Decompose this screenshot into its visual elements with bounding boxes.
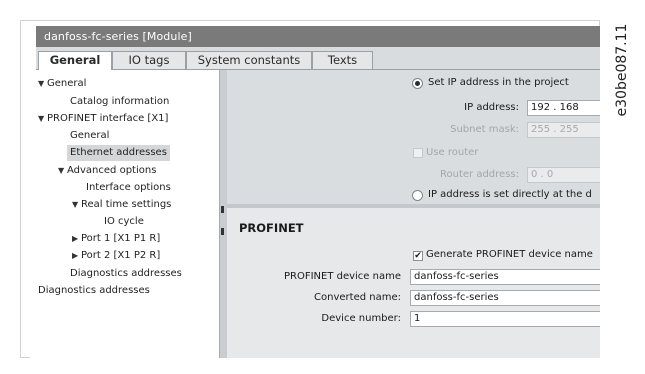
router-address-label: Router address:: [440, 169, 519, 180]
chevron-down-icon[interactable]: ▼: [38, 76, 47, 92]
generate-device-name-checkbox[interactable]: ✔: [413, 251, 423, 261]
chevron-down-icon[interactable]: ▼: [58, 163, 67, 179]
chevron-right-icon[interactable]: ▶: [72, 231, 81, 247]
tab-general[interactable]: General: [38, 51, 112, 70]
tab-io-tags[interactable]: IO tags: [112, 51, 186, 69]
device-number-label: Device number:: [321, 313, 401, 324]
router-address-field[interactable]: 0 . 0: [527, 167, 600, 183]
ip-protocol-section: Set IP address in the project IP address…: [227, 70, 600, 204]
tree-item-label: Real time settings: [81, 199, 172, 210]
tree-item-port-2[interactable]: ▶ Port 2 [X1 P2 R]: [72, 248, 160, 264]
tree-item-general[interactable]: ▼ General: [38, 76, 86, 92]
tree-item-label: Port 2 [X1 P2 R]: [81, 250, 161, 261]
tree-item-diagnostics-addresses-sub[interactable]: Diagnostics addresses: [70, 266, 182, 282]
converted-name-field: danfoss-fc-series: [410, 290, 600, 306]
figure-id-text: e30be087.11: [614, 23, 630, 117]
tree-item-label: Port 1 [X1 P1 R]: [81, 233, 161, 244]
tree-item-real-time-settings[interactable]: ▼ Real time settings: [72, 197, 171, 213]
tree-item-diagnostics-addresses[interactable]: Diagnostics addresses: [38, 283, 150, 299]
window-title: danfoss-fc-series [Module]: [44, 30, 192, 43]
collapse-arrow-icon[interactable]: [221, 206, 224, 213]
settings-pane: Set IP address in the project IP address…: [227, 70, 600, 358]
figure-id-label: e30be087.11: [606, 18, 644, 138]
section-divider: [227, 204, 600, 208]
set-ip-directly-radio[interactable]: [412, 190, 423, 201]
expand-arrow-icon[interactable]: [221, 228, 224, 235]
properties-window: danfoss-fc-series [Module] General IO ta…: [30, 26, 600, 358]
tree-item-profinet-interface[interactable]: ▼ PROFINET interface [X1]: [38, 111, 168, 127]
tree-item-catalog-information[interactable]: Catalog information: [70, 94, 169, 110]
tree-item-general-sub[interactable]: General: [70, 128, 109, 144]
tree-item-port-1[interactable]: ▶ Port 1 [X1 P1 R]: [72, 231, 160, 247]
chevron-down-icon[interactable]: ▼: [38, 111, 47, 127]
pane-splitter[interactable]: [219, 70, 227, 358]
ip-address-field[interactable]: 192 . 168: [527, 100, 600, 116]
tree-item-advanced-options[interactable]: ▼ Advanced options: [58, 163, 156, 179]
tree-item-interface-options[interactable]: Interface options: [86, 180, 171, 196]
chevron-right-icon[interactable]: ▶: [72, 248, 81, 264]
tree-item-label: PROFINET interface [X1]: [47, 113, 169, 124]
use-router-checkbox[interactable]: [413, 148, 423, 158]
tab-system-constants[interactable]: System constants: [186, 51, 312, 69]
converted-name-label: Converted name:: [314, 292, 401, 303]
device-number-field[interactable]: 1: [410, 311, 600, 327]
device-name-field[interactable]: danfoss-fc-series: [410, 269, 600, 285]
ip-address-label: IP address:: [464, 102, 519, 113]
tab-texts[interactable]: Texts: [312, 51, 373, 69]
profinet-section-title: PROFINET: [239, 221, 304, 235]
use-router-label: Use router: [426, 147, 479, 158]
navigation-tree: ▼ General Catalog information ▼ PROFINET i…: [36, 70, 220, 358]
chevron-down-icon[interactable]: ▼: [72, 197, 81, 213]
subnet-mask-field[interactable]: 255 . 255: [527, 122, 600, 138]
window-titlebar: danfoss-fc-series [Module]: [36, 26, 600, 47]
set-ip-in-project-radio[interactable]: [412, 78, 423, 89]
set-ip-directly-label: IP address is set directly at the d: [428, 189, 592, 200]
subnet-mask-label: Subnet mask:: [450, 124, 519, 135]
tree-item-ethernet-addresses[interactable]: Ethernet addresses: [67, 145, 170, 161]
tree-item-io-cycle[interactable]: IO cycle: [104, 214, 144, 230]
tree-item-label: General: [47, 78, 87, 89]
generate-device-name-label: Generate PROFINET device name: [426, 249, 593, 260]
device-name-label: PROFINET device name: [283, 271, 401, 282]
set-ip-in-project-label: Set IP address in the project: [428, 77, 569, 88]
tree-item-label: Advanced options: [67, 165, 157, 176]
tab-strip: General IO tags System constants Texts: [36, 47, 600, 70]
